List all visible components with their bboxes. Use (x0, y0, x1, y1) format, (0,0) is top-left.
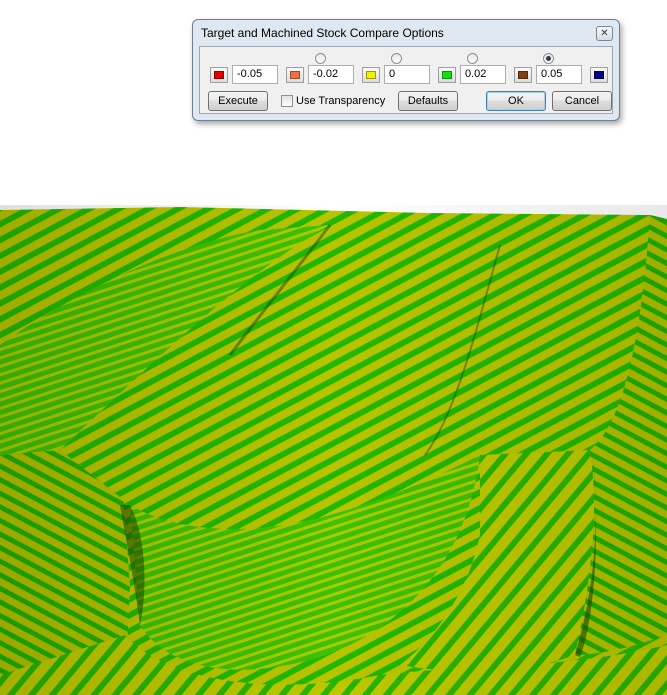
cancel-button[interactable]: Cancel (552, 91, 612, 111)
tolerance-field-4[interactable]: 0.02 (460, 65, 506, 84)
use-transparency-checkbox[interactable] (281, 95, 293, 107)
threshold-radio-3[interactable] (467, 53, 478, 64)
execute-button[interactable]: Execute (208, 91, 268, 111)
dialog-titlebar[interactable]: Target and Machined Stock Compare Option… (193, 20, 619, 46)
tolerance-field-5[interactable]: 0.05 (536, 65, 582, 84)
color-swatch-icon (290, 71, 300, 79)
defaults-button[interactable]: Defaults (398, 91, 458, 111)
dialog-client: -0.05 -0.02 0 0.02 0.05 Execute Use Tran… (199, 46, 613, 114)
tolerance-field-2[interactable]: -0.02 (308, 65, 354, 84)
use-transparency-label: Use Transparency (296, 95, 386, 107)
color-swatch-icon (366, 71, 376, 79)
tolerance-field-1[interactable]: -0.05 (232, 65, 278, 84)
color-swatch-button-5[interactable] (514, 67, 532, 83)
machined-stock-surface (0, 205, 667, 695)
ok-button[interactable]: OK (486, 91, 546, 111)
threshold-radio-2[interactable] (391, 53, 402, 64)
color-swatch-button-1[interactable] (210, 67, 228, 83)
close-button[interactable]: ✕ (596, 26, 613, 41)
threshold-radio-4[interactable] (543, 53, 554, 64)
dialog-title: Target and Machined Stock Compare Option… (201, 26, 444, 40)
stock-compare-viewport[interactable] (0, 205, 667, 695)
threshold-radio-1[interactable] (315, 53, 326, 64)
compare-options-dialog: Target and Machined Stock Compare Option… (192, 19, 620, 121)
tolerance-field-3[interactable]: 0 (384, 65, 430, 84)
color-swatch-icon (594, 71, 604, 79)
color-swatch-button-6[interactable] (590, 67, 608, 83)
color-swatch-icon (442, 71, 452, 79)
color-swatch-icon (518, 71, 528, 79)
color-swatch-icon (214, 71, 224, 79)
color-swatch-button-3[interactable] (362, 67, 380, 83)
close-icon: ✕ (600, 27, 609, 39)
color-swatch-button-2[interactable] (286, 67, 304, 83)
color-swatch-button-4[interactable] (438, 67, 456, 83)
